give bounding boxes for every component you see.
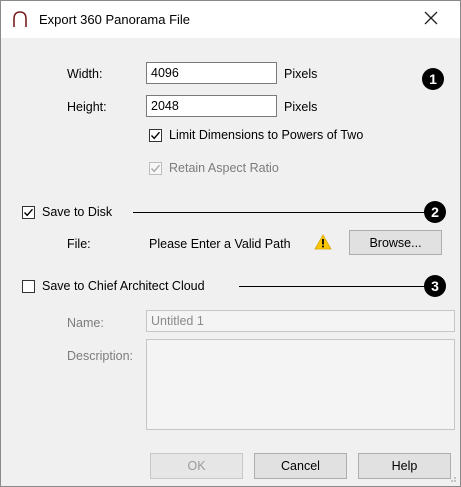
- save-to-disk-label: Save to Disk: [42, 205, 113, 219]
- callout-3: 3: [424, 275, 446, 297]
- warning-icon: [314, 234, 332, 250]
- save-to-disk-separator: [133, 212, 425, 213]
- close-icon: [424, 11, 438, 28]
- height-label: Height:: [67, 100, 107, 114]
- width-input[interactable]: 4096: [146, 62, 277, 84]
- export-panorama-dialog: Export 360 Panorama File Width: 4096 Pix…: [0, 0, 461, 487]
- save-to-cloud-checkbox[interactable]: [22, 280, 35, 293]
- file-status-text: Please Enter a Valid Path: [149, 237, 291, 251]
- ok-button[interactable]: OK: [150, 453, 243, 479]
- callout-1: 1: [422, 68, 444, 90]
- retain-aspect-checkbox[interactable]: [149, 162, 162, 175]
- height-units-label: Pixels: [284, 100, 318, 114]
- name-input[interactable]: Untitled 1: [146, 310, 455, 332]
- resize-grip-icon[interactable]: [447, 473, 457, 483]
- dialog-title: Export 360 Panorama File: [39, 12, 191, 27]
- retain-aspect-label: Retain Aspect Ratio: [169, 161, 279, 175]
- save-to-disk-checkbox[interactable]: [22, 206, 35, 219]
- check-icon: [150, 164, 161, 173]
- height-input[interactable]: 2048: [146, 95, 277, 117]
- title-bar: Export 360 Panorama File: [1, 1, 460, 38]
- description-label: Description:: [67, 349, 133, 363]
- limit-powers-checkbox[interactable]: [149, 129, 162, 142]
- save-to-cloud-label: Save to Chief Architect Cloud: [42, 279, 205, 293]
- help-button[interactable]: Help: [358, 453, 451, 479]
- limit-powers-label: Limit Dimensions to Powers of Two: [169, 128, 364, 142]
- width-label: Width:: [67, 67, 103, 81]
- check-icon: [150, 131, 161, 140]
- description-input[interactable]: [146, 339, 455, 430]
- browse-button[interactable]: Browse...: [349, 230, 442, 255]
- check-icon: [23, 208, 34, 217]
- chief-architect-logo-icon: [11, 10, 29, 28]
- width-units-label: Pixels: [284, 67, 318, 81]
- cloud-separator: [239, 286, 425, 287]
- callout-2: 2: [424, 201, 446, 223]
- close-button[interactable]: [411, 4, 451, 34]
- name-label: Name:: [67, 316, 104, 330]
- file-label: File:: [67, 237, 91, 251]
- cancel-button[interactable]: Cancel: [254, 453, 347, 479]
